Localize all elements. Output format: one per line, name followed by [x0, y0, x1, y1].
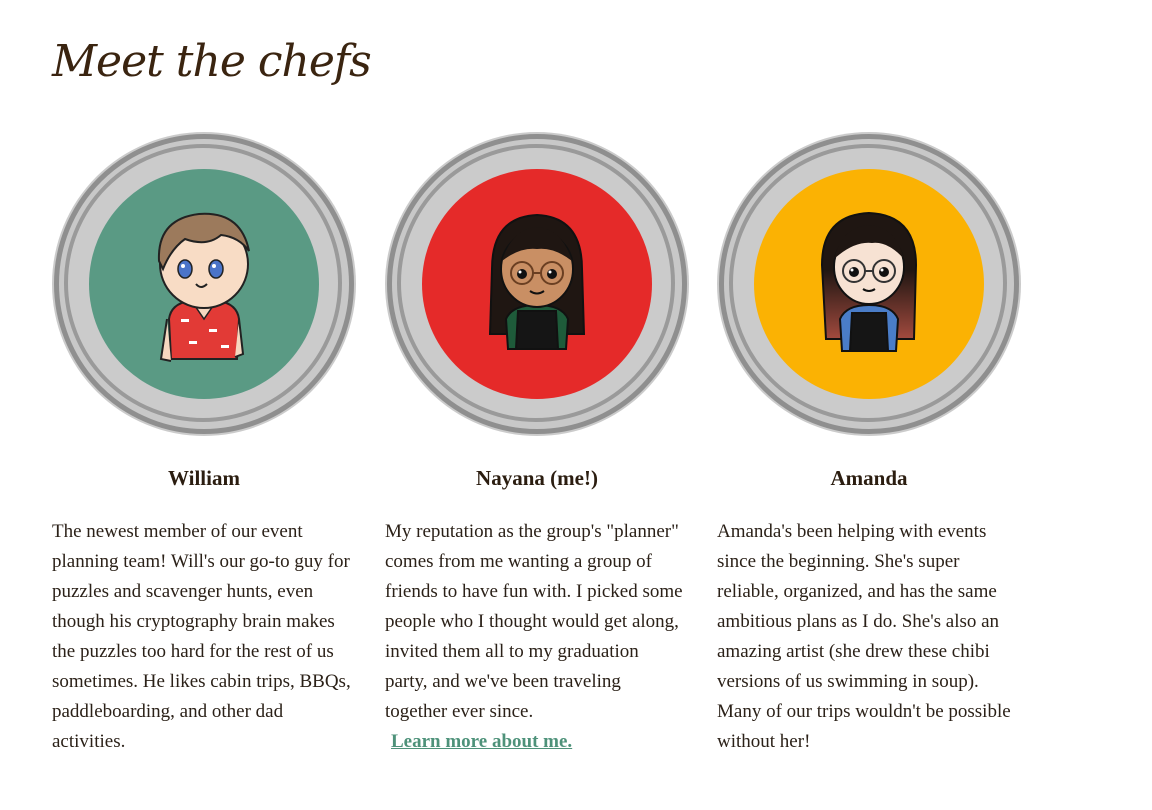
chef-card-nayana: Nayana (me!) My reputation as the group'…: [385, 132, 689, 757]
soup: [754, 169, 984, 399]
chef-bio-text: My reputation as the group's "planner" c…: [385, 521, 683, 722]
chibi-william-icon: [157, 212, 250, 362]
chibi-nayana-icon: [488, 213, 586, 350]
chef-name: Amanda: [830, 466, 908, 490]
soup-bowl: [52, 132, 356, 436]
soup-bowl: [385, 132, 689, 436]
chef-card-william: William The newest member of our event p…: [52, 132, 356, 757]
soup: [422, 169, 652, 399]
chef-bio-text: The newest member of our event planning …: [52, 521, 351, 752]
soup-bowl: [717, 132, 1021, 436]
chef-name: William: [168, 466, 240, 490]
chef-bio: My reputation as the group's "planner" c…: [385, 517, 685, 757]
chibi-amanda-icon: [820, 211, 918, 352]
chef-bio: Amanda's been helping with events since …: [717, 517, 1017, 757]
chef-bio: The newest member of our event planning …: [52, 517, 352, 757]
chef-card-amanda: Amanda Amanda's been helping with events…: [717, 132, 1021, 757]
soup: [89, 169, 319, 399]
chef-name: Nayana (me!): [476, 466, 598, 490]
chef-bio-text: Amanda's been helping with events since …: [717, 521, 1011, 752]
page: Meet the chefs William The newest member…: [0, 0, 1152, 810]
chef-list: William The newest member of our event p…: [0, 0, 1152, 810]
learn-more-link[interactable]: Learn more about me.: [391, 731, 572, 752]
